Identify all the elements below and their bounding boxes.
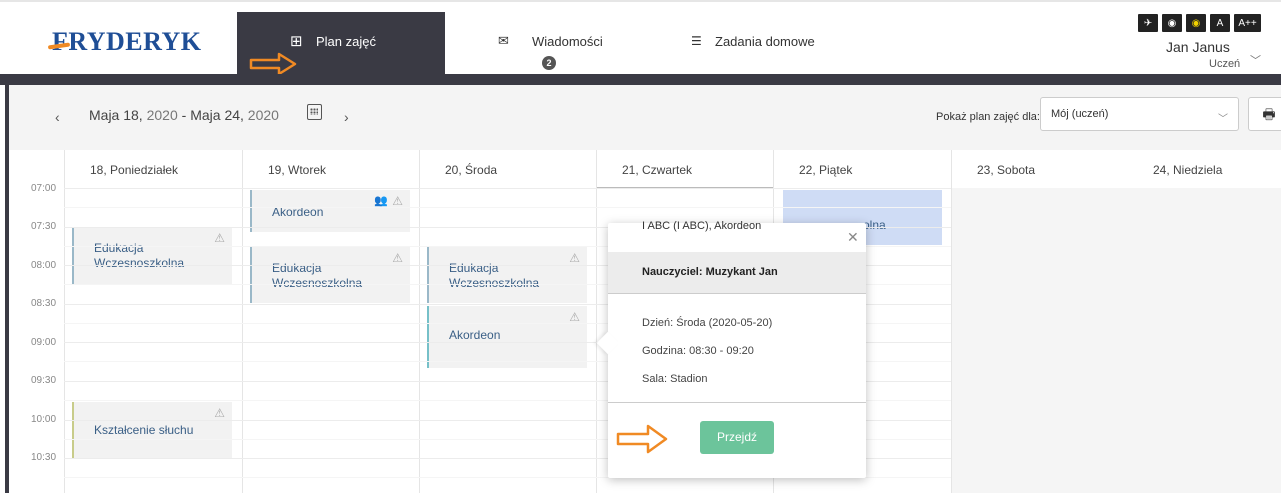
grid-icon: ⊞ <box>290 33 303 50</box>
half-hour-line <box>64 207 951 208</box>
date-range: Maja 18, 2020 - Maja 24, 2020 <box>89 107 279 123</box>
tab-wiadomosci[interactable]: ✉ Wiadomości 2 <box>445 12 625 76</box>
chevron-down-icon: ﹀ <box>1218 114 1228 125</box>
popover-class: I ABC (I ABC), Akordeon <box>642 211 842 240</box>
user-role: Uczeń <box>1209 58 1241 70</box>
arrow-right-icon <box>616 424 668 454</box>
user-name[interactable]: Jan Janus <box>1166 39 1230 55</box>
year-start: 2020 <box>146 107 178 123</box>
tab-label: Plan zajęć <box>316 34 376 49</box>
day-column: 23, Sobota <box>951 150 1116 493</box>
top-bar: FRYDERYK ⊞ Plan zajęć ✉ Wiadomości 2 ☰ Z… <box>0 0 1281 76</box>
event-title: olna <box>863 218 886 232</box>
time-label: 08:30 <box>31 298 57 309</box>
day-header: 21, Czwartek <box>622 163 693 177</box>
time-label: 10:30 <box>31 452 57 463</box>
arrow-right-icon <box>249 52 297 76</box>
print-button[interactable]: 🖶 <box>1248 97 1281 131</box>
day-header: 22, Piątek <box>799 163 853 177</box>
tab-label: Zadania domowe <box>715 34 815 49</box>
header-divider <box>0 74 1281 85</box>
warning-icon: ⚠ <box>392 251 403 265</box>
logo-text: FRYDERYK <box>52 27 202 56</box>
select-value: Mój (uczeń) <box>1051 108 1109 120</box>
show-for-select[interactable]: Mój (uczeń) ﹀ <box>1040 97 1239 131</box>
time-label: 07:30 <box>31 221 57 232</box>
popover-room: Sala: Stadion <box>642 373 708 385</box>
time-label: 09:00 <box>31 337 57 348</box>
envelope-icon: ✉ <box>498 33 509 48</box>
eye-icon[interactable]: ◉ <box>1162 14 1182 32</box>
event-details-popover: ✕ I ABC (I ABC), Akordeon Nauczyciel: Mu… <box>596 220 866 478</box>
font-size-large-button[interactable]: A++ <box>1234 14 1261 32</box>
day-header: 19, Wtorek <box>268 163 327 177</box>
calendar-icon[interactable] <box>307 104 322 120</box>
tasks-icon: ☰ <box>691 34 702 48</box>
event-title: Akordeon <box>449 328 501 342</box>
date-end: Maja 24, <box>190 107 244 123</box>
app-logo[interactable]: FRYDERYK <box>46 22 202 62</box>
popover-divider <box>608 402 866 403</box>
event-title: Kształcenie słuchu <box>94 423 194 437</box>
event-edukacja-mon[interactable]: ⚠ Edukacja Wczesnoszkolna <box>72 227 232 284</box>
tab-zadania-domowe[interactable]: ☰ Zadania domowe <box>625 12 885 76</box>
time-label: 10:00 <box>31 414 57 425</box>
time-label: 07:00 <box>31 183 57 194</box>
warning-icon: ⚠ <box>569 251 580 265</box>
event-edukacja-wed[interactable]: ⚠ Edukacja Wczesnoszkolna <box>427 247 587 303</box>
font-size-normal-button[interactable]: A <box>1210 14 1230 32</box>
popover-day: Dzień: Środa (2020-05-20) <box>642 317 773 329</box>
schedule-toolbar: ‹ Maja 18, 2020 - Maja 24, 2020 › Pokaż … <box>9 85 1281 150</box>
tab-plan-zajec[interactable]: ⊞ Plan zajęć <box>237 12 445 76</box>
day-column: 24, Niedziela <box>1116 150 1281 493</box>
warning-icon: ⚠ <box>214 231 225 245</box>
event-ksztalcenie-mon[interactable]: ⚠ Kształcenie słuchu <box>72 402 232 458</box>
day-header: 24, Niedziela <box>1153 163 1223 177</box>
teacher-row: Nauczyciel: Muzykant Jan <box>608 252 866 294</box>
teacher-name: Nauczyciel: Muzykant Jan <box>642 266 778 278</box>
unread-badge: 2 <box>542 56 556 70</box>
go-button[interactable]: Przejdź <box>700 421 774 454</box>
year-end: 2020 <box>247 107 279 123</box>
date-start: Maja 18, <box>89 107 143 123</box>
chevron-down-icon[interactable]: ﹀ <box>1250 52 1261 68</box>
day-header: 23, Sobota <box>977 163 1036 177</box>
pin-icon[interactable]: ✈ <box>1138 14 1158 32</box>
event-akordeon-wed[interactable]: ⚠ Akordeon <box>427 306 587 368</box>
tab-label: Wiadomości <box>532 34 603 49</box>
eye-contrast-icon[interactable]: ◉ <box>1186 14 1206 32</box>
popover-time: Godzina: 08:30 - 09:20 <box>642 345 754 357</box>
day-header: 20, Środa <box>445 163 498 177</box>
show-for-label: Pokaż plan zajęć dla: <box>936 111 1040 123</box>
prev-week-button[interactable]: ‹ <box>55 109 60 125</box>
next-week-button[interactable]: › <box>344 109 349 125</box>
close-icon[interactable]: ✕ <box>847 229 859 246</box>
event-edukacja-tue[interactable]: ⚠ Edukacja Wczesnoszkolna <box>250 247 410 303</box>
event-akordeon-tue[interactable]: 👥 ⚠ Akordeon <box>250 190 410 232</box>
printer-icon: 🖶 <box>1262 106 1276 122</box>
time-label: 09:30 <box>31 375 57 386</box>
hour-line <box>64 188 951 189</box>
accessibility-toolbar: ✈ ◉ ◉ A A++ <box>1138 14 1261 32</box>
popover-class-text: I ABC (I ABC), Akordeon <box>642 219 762 232</box>
time-label: 08:00 <box>31 260 57 271</box>
date-separator: - <box>181 107 187 123</box>
day-header: 18, Poniedziałek <box>90 163 179 177</box>
warning-icon: ⚠ <box>214 406 225 420</box>
